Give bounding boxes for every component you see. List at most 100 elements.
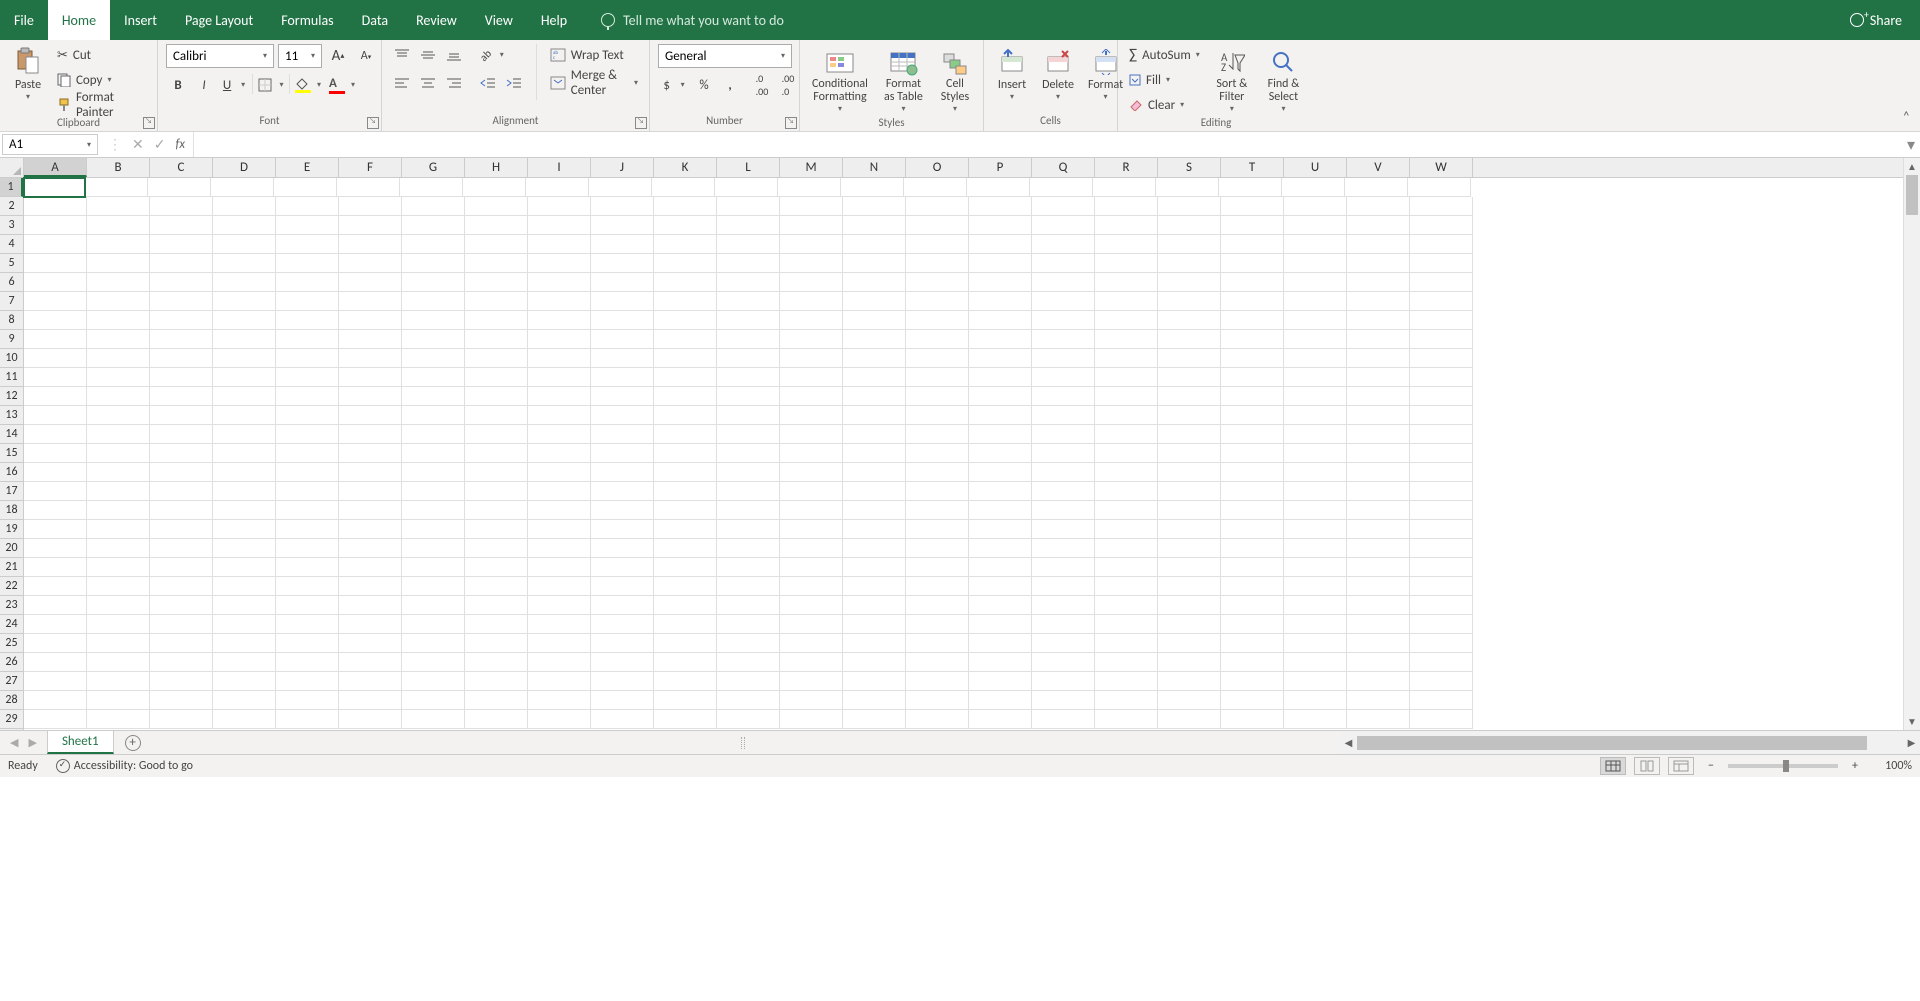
share-button[interactable]: Share — [1850, 0, 1902, 40]
cell[interactable] — [276, 406, 339, 425]
cell[interactable] — [1158, 539, 1221, 558]
cell[interactable] — [402, 577, 465, 596]
insert-cells-button[interactable]: Insert▾ — [992, 44, 1032, 104]
cell[interactable] — [906, 672, 969, 691]
cell[interactable] — [213, 691, 276, 710]
cell[interactable] — [211, 178, 274, 197]
cell[interactable] — [1221, 634, 1284, 653]
cell[interactable] — [150, 311, 213, 330]
cell[interactable] — [339, 292, 402, 311]
cell[interactable] — [528, 463, 591, 482]
cell[interactable] — [465, 596, 528, 615]
cell[interactable] — [274, 178, 337, 197]
cell[interactable] — [402, 311, 465, 330]
cell[interactable] — [339, 710, 402, 729]
cell[interactable] — [339, 273, 402, 292]
cell[interactable] — [528, 311, 591, 330]
cell[interactable] — [276, 425, 339, 444]
cell[interactable] — [969, 368, 1032, 387]
cell[interactable] — [1282, 178, 1345, 197]
cell[interactable] — [528, 634, 591, 653]
cell[interactable] — [1158, 615, 1221, 634]
cell[interactable] — [843, 710, 906, 729]
cell[interactable] — [1410, 482, 1473, 501]
scroll-right-button[interactable]: ▶ — [1903, 736, 1920, 749]
cell[interactable] — [528, 330, 591, 349]
cell[interactable] — [591, 216, 654, 235]
cell-styles-button[interactable]: Cell Styles▾ — [935, 44, 975, 116]
cell[interactable] — [87, 577, 150, 596]
cell[interactable] — [780, 615, 843, 634]
cell[interactable] — [213, 539, 276, 558]
cell[interactable] — [969, 710, 1032, 729]
col-header[interactable]: K — [654, 158, 717, 177]
cell[interactable] — [150, 368, 213, 387]
cell[interactable] — [1410, 387, 1473, 406]
cell[interactable] — [213, 406, 276, 425]
sheet-tab[interactable]: Sheet1 — [47, 730, 114, 754]
cell[interactable] — [969, 330, 1032, 349]
cell[interactable] — [213, 197, 276, 216]
cell[interactable] — [780, 444, 843, 463]
cell[interactable] — [24, 292, 87, 311]
cell[interactable] — [1347, 254, 1410, 273]
cell[interactable] — [1347, 349, 1410, 368]
cell[interactable] — [843, 634, 906, 653]
cell[interactable] — [906, 615, 969, 634]
cell[interactable] — [654, 520, 717, 539]
cell[interactable] — [906, 539, 969, 558]
cell[interactable] — [717, 672, 780, 691]
decrease-decimal-button[interactable]: .00.0 — [776, 74, 800, 96]
cell[interactable] — [1032, 539, 1095, 558]
cell[interactable] — [906, 444, 969, 463]
cell[interactable] — [1221, 501, 1284, 520]
cell[interactable] — [1095, 235, 1158, 254]
cell[interactable] — [276, 634, 339, 653]
cell[interactable] — [1347, 444, 1410, 463]
cell[interactable] — [150, 672, 213, 691]
cell[interactable] — [780, 235, 843, 254]
cell[interactable] — [717, 425, 780, 444]
number-dialog-launcher[interactable] — [785, 117, 797, 129]
cell[interactable] — [591, 558, 654, 577]
cell[interactable] — [906, 349, 969, 368]
cell[interactable] — [339, 482, 402, 501]
cell[interactable] — [1347, 539, 1410, 558]
cell[interactable] — [24, 444, 87, 463]
cell[interactable] — [843, 330, 906, 349]
cell[interactable] — [339, 653, 402, 672]
cell[interactable] — [1284, 368, 1347, 387]
cell[interactable] — [1158, 444, 1221, 463]
cell[interactable] — [1410, 596, 1473, 615]
cell[interactable] — [213, 444, 276, 463]
cell[interactable] — [339, 330, 402, 349]
row-header[interactable]: 13 — [0, 406, 23, 425]
cell[interactable] — [969, 615, 1032, 634]
cell[interactable] — [591, 349, 654, 368]
cell[interactable] — [465, 710, 528, 729]
cell[interactable] — [969, 539, 1032, 558]
cell[interactable] — [465, 254, 528, 273]
cell[interactable] — [1284, 444, 1347, 463]
cell[interactable] — [717, 653, 780, 672]
cell[interactable] — [717, 387, 780, 406]
cell[interactable] — [528, 482, 591, 501]
cell[interactable] — [24, 463, 87, 482]
col-header[interactable]: V — [1347, 158, 1410, 177]
cell[interactable] — [906, 235, 969, 254]
cell[interactable] — [24, 539, 87, 558]
cell[interactable] — [465, 444, 528, 463]
cell[interactable] — [1284, 691, 1347, 710]
cell[interactable] — [1158, 235, 1221, 254]
scroll-left-button[interactable]: ◀ — [1340, 736, 1357, 749]
cell[interactable] — [1284, 558, 1347, 577]
cell[interactable] — [654, 653, 717, 672]
cell[interactable] — [24, 235, 87, 254]
cell[interactable] — [402, 691, 465, 710]
cell[interactable] — [906, 691, 969, 710]
cell[interactable] — [24, 349, 87, 368]
name-box[interactable]: A1▾ — [2, 134, 98, 155]
cell[interactable] — [654, 387, 717, 406]
cell[interactable] — [402, 254, 465, 273]
cell[interactable] — [150, 425, 213, 444]
